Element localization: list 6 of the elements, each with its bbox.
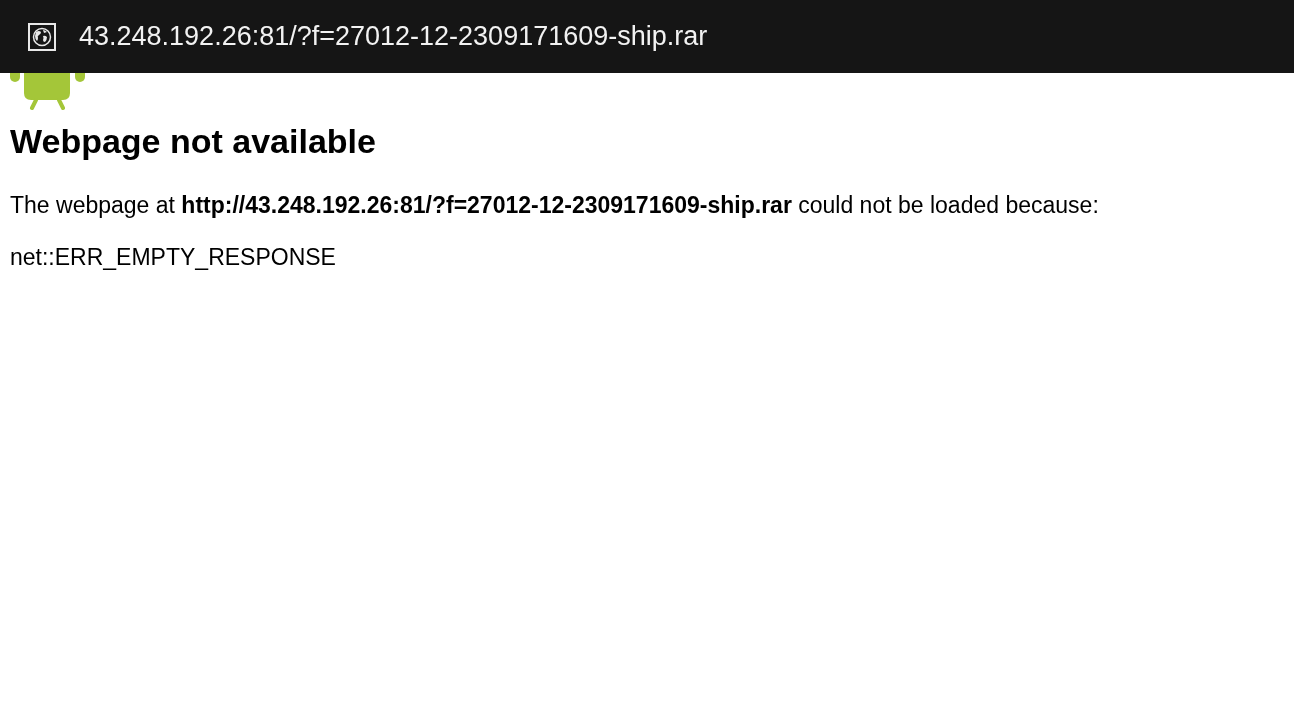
android-robot-icon bbox=[10, 73, 85, 110]
error-code: net::ERR_EMPTY_RESPONSE bbox=[10, 243, 337, 272]
error-message: The webpage at http://43.248.192.26:81/?f=27012-12-2309171609-ship.rar could not be loaded because: bbox=[10, 191, 1100, 220]
page-url: 43.248.192.26:81/?f=27012-12-2309171609-ship.rar bbox=[79, 21, 708, 52]
globe-icon bbox=[28, 22, 56, 51]
error-heading: Webpage not available bbox=[10, 121, 377, 161]
